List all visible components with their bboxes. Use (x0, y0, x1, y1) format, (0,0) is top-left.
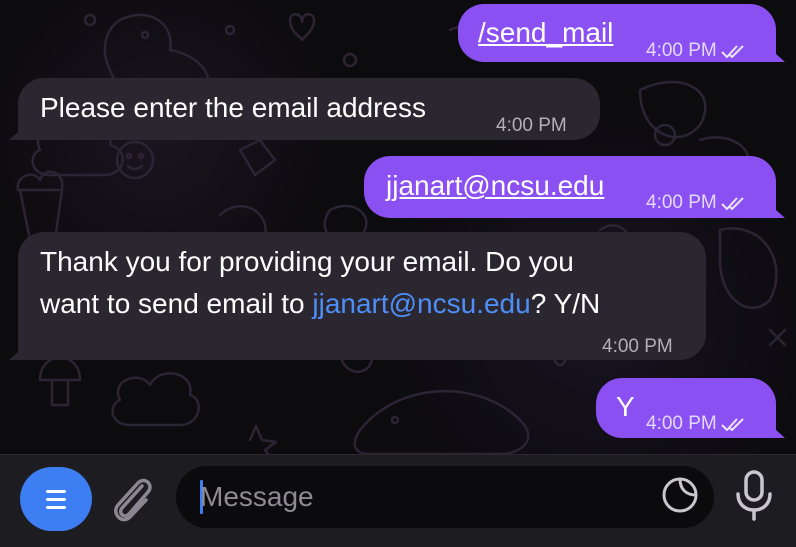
message-time: 4:00 PM (646, 192, 717, 213)
email-link[interactable]: jjanart@ncsu.edu (386, 166, 604, 206)
outgoing-message[interactable]: jjanart@ncsu.edu 4:00 PM (364, 156, 776, 218)
message-meta: 4:00 PM (646, 183, 749, 223)
bot-menu-button[interactable] (20, 467, 92, 531)
read-checkmarks-icon (721, 45, 744, 58)
email-link[interactable]: jjanart@ncsu.edu (312, 288, 530, 319)
message-text-line: want to send email to jjanart@ncsu.edu? … (40, 284, 600, 324)
command-link[interactable]: /send_mail (478, 13, 613, 53)
message-input[interactable]: Message (176, 466, 714, 528)
message-time: 4:00 PM (496, 115, 567, 136)
message-time: 4:00 PM (602, 336, 673, 357)
menu-icon-line (46, 506, 66, 509)
message-text-prefix: want to send email to (40, 288, 313, 319)
message-text: Y (616, 391, 635, 422)
message-text-suffix: ? Y/N (530, 288, 601, 319)
menu-icon-line (46, 498, 66, 501)
message-time: 4:00 PM (646, 413, 717, 434)
message-placeholder: Message (200, 481, 314, 512)
message-time: 4:00 PM (646, 40, 717, 61)
message-meta: 4:00 PM (646, 404, 749, 444)
menu-icon-line (46, 490, 66, 493)
read-checkmarks-icon (721, 418, 744, 431)
outgoing-message[interactable]: Y 4:00 PM (596, 378, 776, 438)
sticker-icon[interactable] (660, 475, 700, 515)
message-text: Please enter the email address (40, 92, 426, 123)
read-checkmarks-icon (721, 197, 744, 210)
incoming-message[interactable]: Thank you for providing your email. Do y… (18, 232, 706, 360)
outgoing-message[interactable]: /send_mail 4:00 PM (458, 4, 776, 62)
microphone-icon[interactable] (732, 470, 776, 522)
incoming-message[interactable]: Please enter the email address 4:00 PM (18, 78, 600, 140)
message-meta: 4:00 PM (646, 31, 749, 71)
paperclip-icon[interactable] (108, 472, 156, 524)
chat-area: /send_mail 4:00 PM Please enter the emai… (0, 0, 796, 454)
message-text-line: Thank you for providing your email. Do y… (40, 246, 574, 277)
